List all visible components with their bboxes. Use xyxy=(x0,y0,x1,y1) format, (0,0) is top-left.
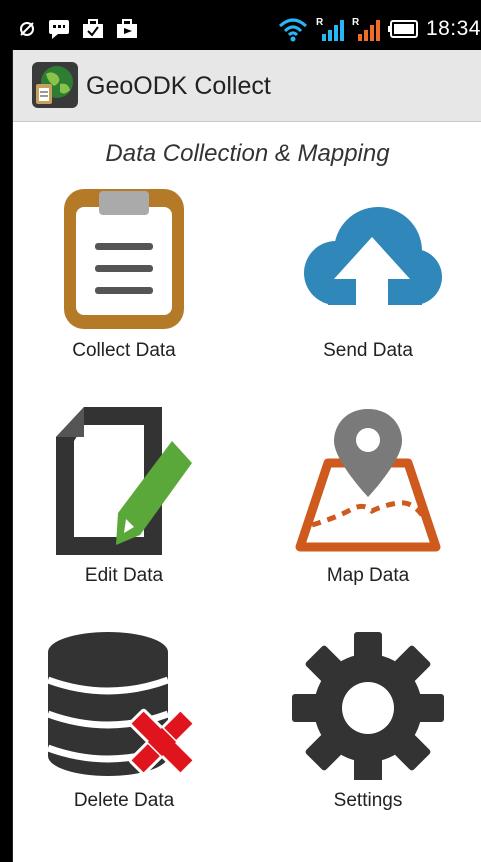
app-screen: GeoODK Collect Data Collection & Mapping… xyxy=(12,50,481,862)
signal-icon: R xyxy=(352,17,380,41)
database-delete-icon xyxy=(46,632,196,776)
collect-data-button[interactable]: Collect Data xyxy=(24,185,224,362)
sync-off-icon xyxy=(20,22,34,36)
clock: 18:34 xyxy=(425,17,481,40)
settings-button[interactable]: Settings xyxy=(268,630,468,812)
briefcase-icon xyxy=(83,19,103,38)
action-bar: GeoODK Collect xyxy=(13,50,481,122)
collect-data-label: Collect Data xyxy=(72,340,176,361)
svg-text:R: R xyxy=(352,17,360,28)
app-logo-icon[interactable] xyxy=(32,62,78,108)
wifi-icon xyxy=(278,18,307,42)
edit-data-button[interactable]: Edit Data xyxy=(24,405,224,587)
page-subtitle: Data Collection & Mapping xyxy=(105,140,390,167)
clipboard-icon xyxy=(64,189,184,329)
app-title: GeoODK Collect xyxy=(86,72,271,100)
chat-icon xyxy=(49,20,69,39)
svg-text:R: R xyxy=(316,17,324,28)
edit-data-label: Edit Data xyxy=(84,565,164,586)
send-data-button[interactable]: Send Data xyxy=(268,185,468,362)
delete-data-label: Delete Data xyxy=(73,790,175,811)
delete-data-button[interactable]: Delete Data xyxy=(24,630,224,812)
cloud-upload-icon xyxy=(304,207,442,307)
gear-icon xyxy=(292,632,444,780)
send-data-label: Send Data xyxy=(323,340,413,361)
briefcase-icon xyxy=(117,19,137,38)
map-pin-icon xyxy=(295,409,441,552)
signal-icon: R xyxy=(316,17,344,41)
settings-label: Settings xyxy=(333,790,403,811)
battery-icon xyxy=(387,20,418,38)
map-data-label: Map Data xyxy=(326,565,410,586)
map-data-button[interactable]: Map Data xyxy=(268,405,468,587)
status-bar: R R 18:34 xyxy=(12,10,481,50)
edit-document-icon xyxy=(56,407,192,555)
